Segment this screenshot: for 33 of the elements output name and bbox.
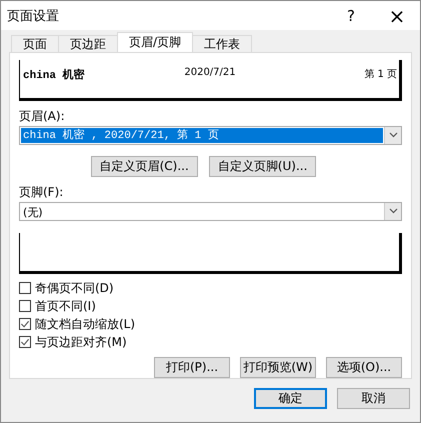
preview-text: 2020/7/21 (183, 67, 237, 78)
dialog-button[interactable]: 选项(O)... (326, 357, 402, 378)
checkbox-label: 奇偶页不同(D) (35, 280, 114, 296)
checkbox[interactable] (19, 318, 31, 330)
footer-dropdown[interactable]: (无) (19, 202, 402, 221)
dialog-button[interactable]: 取消 (337, 388, 410, 409)
checkbox[interactable] (19, 282, 31, 294)
header-dropdown[interactable]: china 机密 , 2020/7/21, 第 1 页 (19, 126, 402, 145)
checkbox-label: 随文档自动缩放(L) (35, 316, 136, 332)
help-button[interactable]: ? (328, 1, 374, 30)
checkbox[interactable] (19, 336, 31, 348)
chevron-down-icon (384, 126, 401, 144)
tab[interactable]: 工作表 (192, 35, 252, 52)
footer-label: 页脚(F): (19, 184, 64, 199)
dialog-button[interactable]: 确定 (254, 388, 327, 409)
checkbox[interactable] (19, 300, 31, 312)
tab[interactable]: 页边距 (58, 35, 118, 52)
close-button[interactable]: × (374, 1, 420, 30)
preview-text: 第 1 页 (363, 68, 398, 81)
chevron-down-icon (384, 202, 401, 220)
custom-button[interactable]: 自定义页脚(U)... (208, 156, 316, 177)
custom-button[interactable]: 自定义页眉(C)... (90, 156, 198, 177)
window-title: 页面设置 (7, 8, 60, 24)
dropdown-value: (无) (22, 204, 44, 219)
dropdown-value: china 机密 , 2020/7/21, 第 1 页 (21, 128, 383, 143)
tab[interactable]: 页面 (11, 35, 59, 52)
tab[interactable]: 页眉/页脚 (117, 32, 194, 52)
dialog-button[interactable]: 打印(P)... (154, 357, 230, 378)
header-label: 页眉(A): (19, 108, 65, 123)
dialog-button[interactable]: 打印预览(W) (240, 357, 316, 378)
preview-text: china 机密 (23, 68, 86, 82)
checkbox-label: 首页不同(I) (35, 298, 96, 314)
checkbox-label: 与页边距对齐(M) (35, 334, 127, 350)
